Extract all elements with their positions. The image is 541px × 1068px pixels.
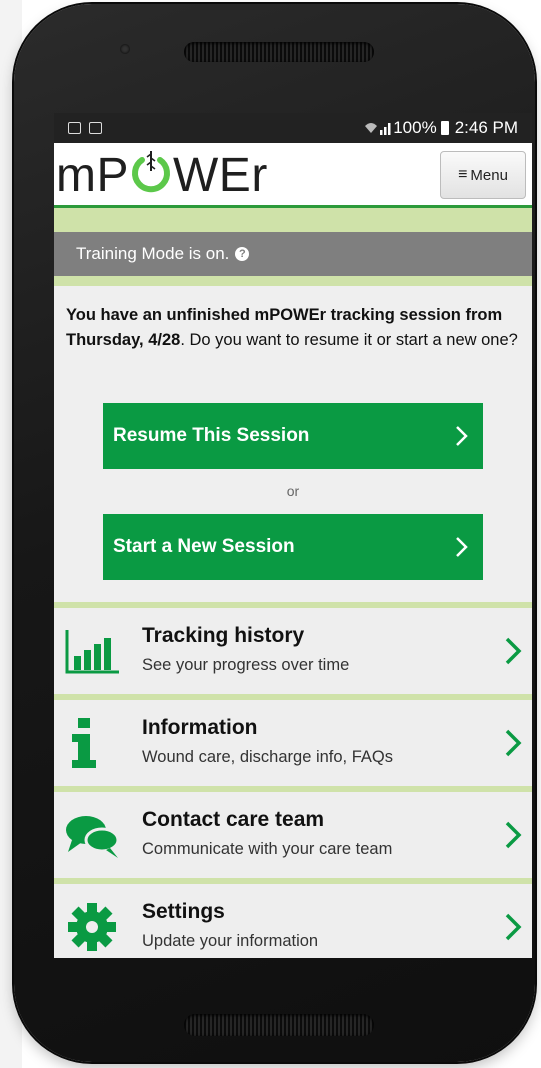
wifi-signal-icon xyxy=(365,123,391,135)
help-icon[interactable]: ? xyxy=(235,247,250,261)
status-bar: 100% 2:46 PM xyxy=(54,113,532,143)
logo-text-right: WEr xyxy=(173,149,268,202)
gallery-notification-icon xyxy=(89,122,102,134)
session-prompt-rest: . Do you want to resume it or start a ne… xyxy=(180,331,518,349)
battery-percent: 100% xyxy=(393,118,437,137)
chevron-right-icon xyxy=(456,426,468,446)
app-header: mP WEr ≡ Menu xyxy=(54,143,532,208)
bar-chart-icon xyxy=(65,630,119,674)
nav-item-subtitle: Communicate with your care team xyxy=(142,840,393,858)
status-right: 100% 2:46 PM xyxy=(363,118,518,138)
banner-band xyxy=(54,276,532,286)
nav-item-subtitle: Wound care, discharge info, FAQs xyxy=(142,748,393,766)
logo-text-left: mP xyxy=(56,149,129,202)
menu-label: Menu xyxy=(470,166,508,184)
chevron-right-icon xyxy=(505,637,522,665)
hamburger-icon: ≡ xyxy=(458,166,468,183)
chat-bubbles-icon xyxy=(66,816,120,858)
nav-item-information[interactable]: Information Wound care, discharge info, … xyxy=(54,700,532,786)
session-prompt: You have an unfinished mPOWEr tracking s… xyxy=(66,303,524,353)
nav-item-title: Contact care team xyxy=(142,808,325,831)
menu-button[interactable]: ≡ Menu xyxy=(440,151,526,199)
chevron-right-icon xyxy=(505,821,522,849)
gear-icon xyxy=(68,903,116,951)
chevron-right-icon xyxy=(505,913,522,941)
or-separator: or xyxy=(286,483,300,499)
bottom-speaker xyxy=(184,1014,374,1036)
screen: 100% 2:46 PM mP WEr ≡ Menu Training Mode … xyxy=(54,113,532,958)
new-session-label: Start a New Session xyxy=(113,536,295,557)
nav-item-subtitle: Update your information xyxy=(142,932,319,950)
nav-item-contact-care-team[interactable]: Contact care team Communicate with your … xyxy=(54,792,532,878)
front-camera xyxy=(120,44,130,54)
nav-item-subtitle: See your progress over time xyxy=(142,656,350,674)
nav-item-tracking-history[interactable]: Tracking history See your progress over … xyxy=(54,608,532,694)
nav-item-title: Tracking history xyxy=(142,624,305,647)
resume-session-button[interactable]: Resume This Session xyxy=(103,403,483,469)
chevron-right-icon xyxy=(505,729,522,757)
earpiece-speaker xyxy=(184,42,374,62)
nav-item-title: Settings xyxy=(142,900,225,923)
nav-item-settings[interactable]: Settings Update your information xyxy=(54,884,532,958)
new-session-button[interactable]: Start a New Session xyxy=(103,514,483,580)
training-mode-text: Training Mode is on. xyxy=(76,244,230,263)
header-band xyxy=(54,208,532,232)
mpower-logo: mP WEr xyxy=(56,149,268,203)
power-o-icon xyxy=(129,151,173,193)
chevron-right-icon xyxy=(456,537,468,557)
clock: 2:46 PM xyxy=(454,118,518,137)
battery-icon xyxy=(440,121,449,135)
image-notification-icon xyxy=(68,122,81,134)
training-mode-banner: Training Mode is on. ? xyxy=(54,232,532,276)
info-icon xyxy=(72,718,96,768)
notification-icons xyxy=(68,119,110,139)
nav-item-title: Information xyxy=(142,716,258,739)
phone-frame: 100% 2:46 PM mP WEr ≡ Menu Training Mode … xyxy=(14,4,535,1062)
resume-label: Resume This Session xyxy=(113,425,310,446)
